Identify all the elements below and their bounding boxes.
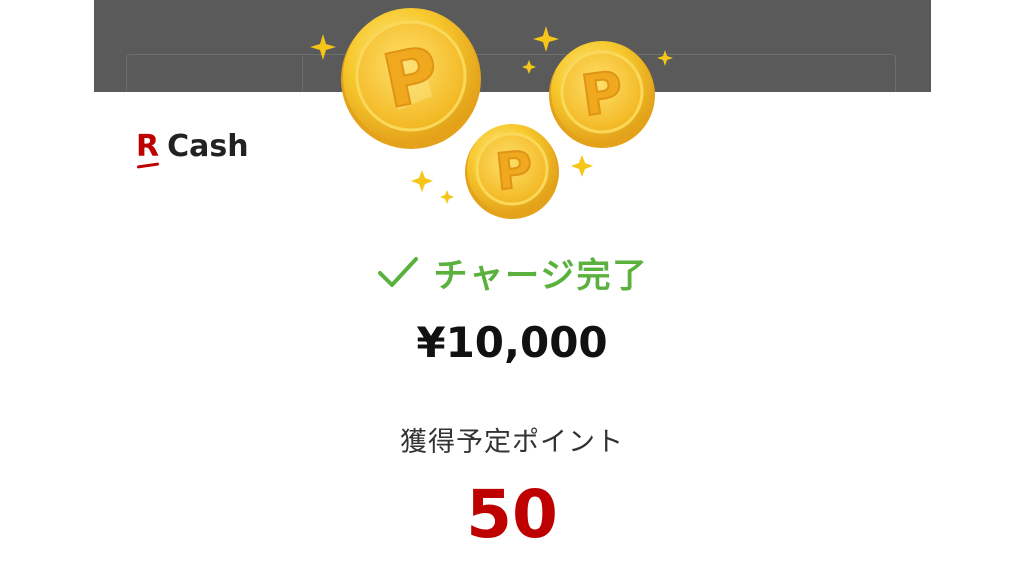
points-value: 50 xyxy=(466,476,558,553)
coin-right: P xyxy=(549,41,655,148)
charge-status: チャージ完了 xyxy=(0,248,1024,297)
coin-small: P xyxy=(465,124,559,219)
logo-r-mark: R xyxy=(136,129,160,164)
charge-amount: ¥10,000 xyxy=(416,318,608,367)
svg-text:P: P xyxy=(493,140,536,202)
rakuten-cash-logo: R Cash xyxy=(136,129,249,169)
logo-text: Cash xyxy=(167,129,249,164)
status-text: チャージ完了 xyxy=(433,256,649,296)
check-icon xyxy=(377,256,418,287)
coins-sparkle-icon: P P P xyxy=(310,8,673,219)
points-label: 獲得予定ポイント xyxy=(400,427,624,458)
charge-complete-screen: R Cash P P P チャージ完了 ¥10,000 獲得予定ポイント 50 xyxy=(0,0,1024,576)
coin-large: P xyxy=(341,8,481,149)
